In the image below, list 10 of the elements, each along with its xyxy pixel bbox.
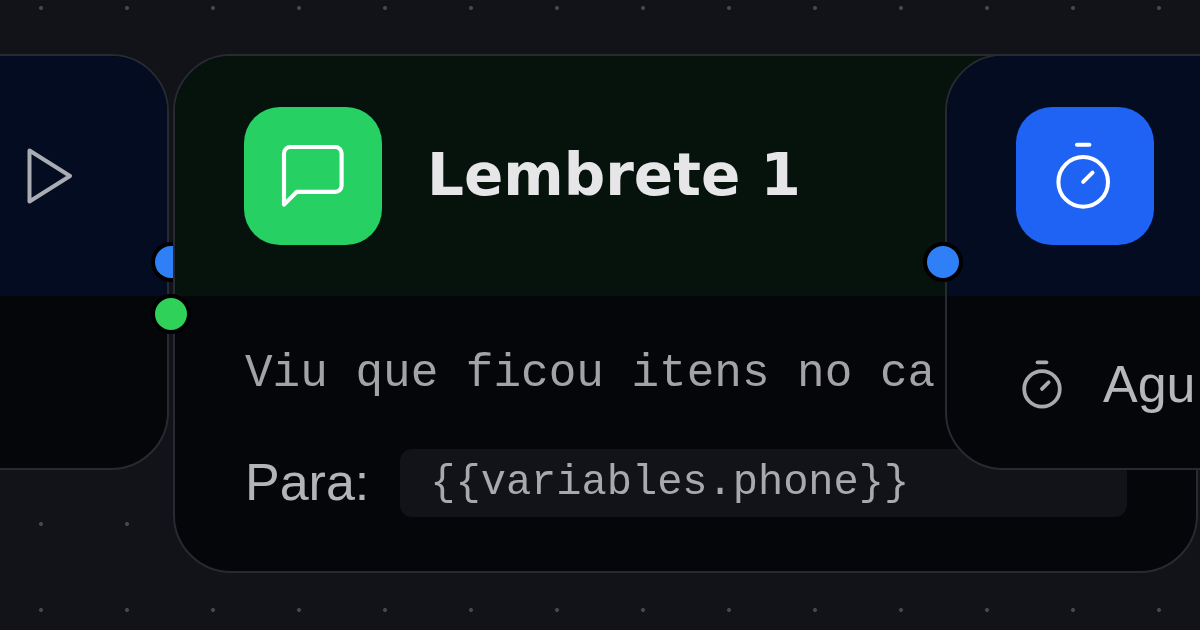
delay-text: Agu bbox=[1103, 354, 1196, 414]
stopwatch-icon bbox=[1016, 107, 1154, 245]
node-title: Lembrete 1 bbox=[427, 144, 801, 208]
recipient-label: Para: bbox=[245, 454, 370, 512]
recipient-variable: {{variables.phone}} bbox=[400, 449, 1128, 517]
play-icon bbox=[27, 148, 73, 204]
chat-bubble-icon bbox=[244, 107, 382, 245]
delay-node[interactable]: Agu bbox=[945, 54, 1200, 470]
stopwatch-icon bbox=[1022, 359, 1062, 409]
message-text: Viu que ficou itens no ca bbox=[245, 347, 936, 402]
